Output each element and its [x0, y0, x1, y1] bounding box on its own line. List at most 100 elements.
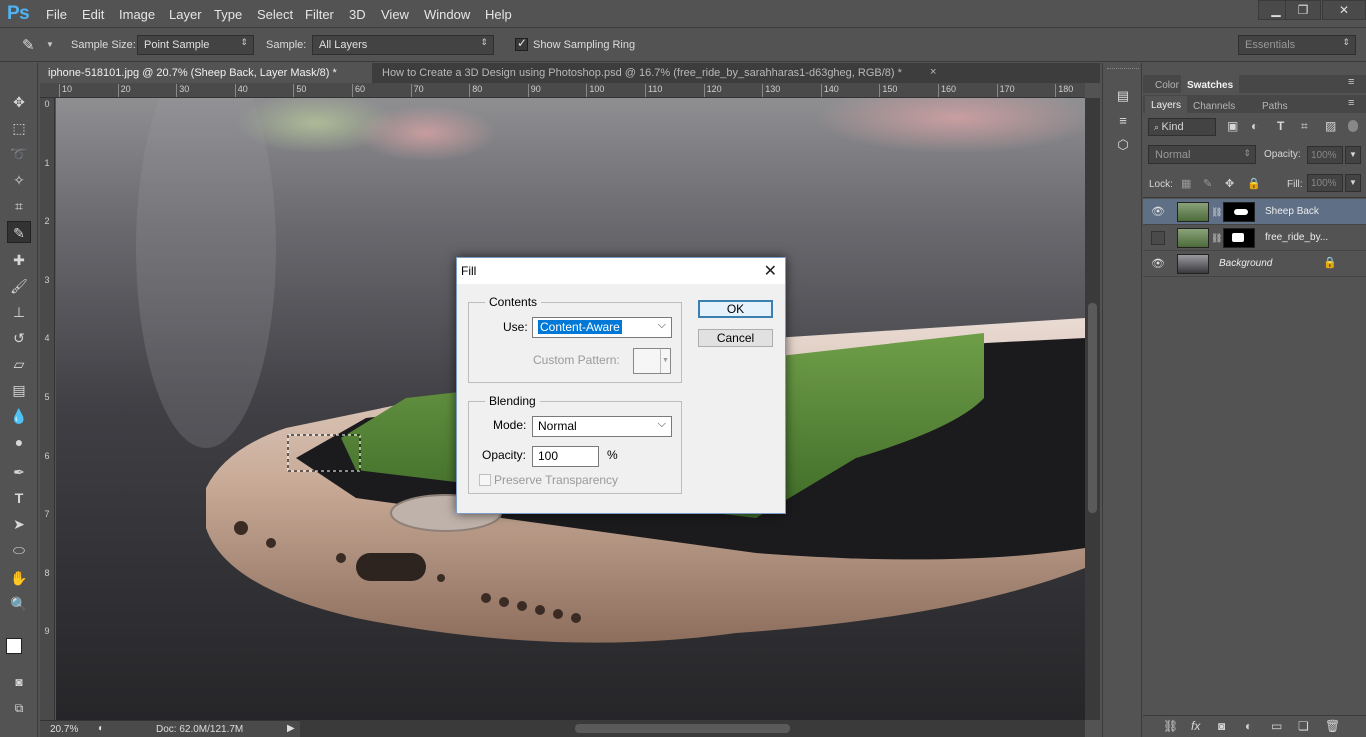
cancel-button[interactable]: Cancel	[698, 329, 773, 347]
healing-brush-tool-icon[interactable]: ✚	[7, 249, 31, 271]
menu-layer[interactable]: Layer	[169, 7, 202, 22]
properties-panel-icon[interactable]: ≡	[1113, 113, 1133, 131]
menu-edit[interactable]: Edit	[82, 7, 104, 22]
opacity-dropdown-icon[interactable]: ▼	[1345, 146, 1361, 164]
show-sampling-ring-checkbox[interactable]	[515, 36, 528, 51]
3d-panel-icon[interactable]: ⬡	[1113, 137, 1133, 155]
status-info-icon[interactable]: ◐	[98, 723, 104, 734]
fill-dropdown-icon[interactable]: ▼	[1345, 174, 1361, 192]
menu-select[interactable]: Select	[257, 7, 293, 22]
move-tool-icon[interactable]: ✥	[7, 91, 31, 113]
filter-adjustment-icon[interactable]: ◐	[1251, 119, 1258, 133]
dodge-tool-icon[interactable]: ●	[7, 431, 31, 453]
menu-help[interactable]: Help	[485, 7, 512, 22]
status-arrow-icon[interactable]: ▶	[287, 723, 295, 734]
tool-preset-chevron-icon[interactable]: ▼	[46, 40, 54, 49]
gradient-tool-icon[interactable]: ▤	[7, 379, 31, 401]
hand-tool-icon[interactable]: ✋	[7, 567, 31, 589]
vertical-scroll-thumb[interactable]	[1088, 303, 1097, 513]
vertical-scrollbar[interactable]	[1085, 98, 1100, 720]
layer-row[interactable]: 👁 Background 🔒	[1143, 251, 1366, 277]
link-layers-icon[interactable]: ⛓	[1163, 719, 1178, 733]
blend-mode-select[interactable]: Normal ⇕	[1148, 145, 1256, 164]
tab-layers[interactable]: Layers	[1145, 96, 1188, 114]
close-window-button[interactable]: ✕	[1322, 0, 1366, 20]
tab-color[interactable]: Color	[1149, 77, 1185, 94]
delete-layer-icon[interactable]: 🗑	[1325, 719, 1340, 733]
menu-file[interactable]: File	[46, 7, 67, 22]
menu-image[interactable]: Image	[119, 7, 155, 22]
tab-swatches[interactable]: Swatches	[1181, 75, 1240, 94]
eraser-tool-icon[interactable]: ▱	[7, 353, 31, 375]
path-select-tool-icon[interactable]: ➤	[7, 513, 31, 535]
restore-button[interactable]: ❐	[1285, 0, 1321, 20]
eye-icon[interactable]: 👁	[1151, 257, 1165, 271]
panel-collapse-icon[interactable]: ≡	[1348, 76, 1354, 88]
link-icon[interactable]: ⛓	[1211, 207, 1222, 218]
menu-3d[interactable]: 3D	[349, 7, 366, 22]
crop-tool-icon[interactable]: ⌗	[7, 195, 31, 217]
eyedropper-icon[interactable]: ✎	[22, 36, 35, 54]
lock-transparent-icon[interactable]: ▦	[1181, 177, 1191, 190]
sample-select[interactable]: All Layers ⇕	[312, 35, 494, 55]
kind-filter-select[interactable]: ⌕ Kind	[1148, 118, 1216, 136]
new-layer-icon[interactable]: ❏	[1298, 719, 1309, 733]
menu-filter[interactable]: Filter	[305, 7, 334, 22]
opacity-field[interactable]: 100%	[1307, 146, 1343, 164]
dialog-titlebar[interactable]: Fill ✕	[457, 258, 785, 284]
horizontal-scrollbar[interactable]	[300, 720, 1085, 737]
fx-icon[interactable]: fx	[1191, 719, 1200, 733]
opacity-dialog-input[interactable]: 100	[532, 446, 599, 467]
horizontal-scroll-thumb[interactable]	[575, 724, 790, 733]
history-brush-tool-icon[interactable]: ↺	[7, 327, 31, 349]
menu-type[interactable]: Type	[214, 7, 242, 22]
layer-row[interactable]: 👁 ⛓ Sheep Back	[1143, 199, 1366, 225]
link-icon[interactable]: ⛓	[1211, 233, 1222, 244]
ok-button[interactable]: OK	[698, 300, 773, 318]
clone-stamp-tool-icon[interactable]: ⊥	[7, 301, 31, 323]
eye-icon[interactable]: 👁	[1151, 205, 1165, 219]
brush-tool-icon[interactable]: 🖌	[7, 275, 31, 297]
ellipse-tool-icon[interactable]: ⬭	[7, 539, 31, 561]
marquee-tool-icon[interactable]: ⬚	[7, 117, 31, 139]
adjustment-layer-icon[interactable]: ◐	[1245, 719, 1252, 733]
tab-channels[interactable]: Channels	[1187, 98, 1241, 115]
tab-3d-design[interactable]: How to Create a 3D Design using Photosho…	[374, 63, 942, 83]
eyedropper-tool-icon[interactable]: ✎	[7, 221, 31, 243]
layer-row[interactable]: ⛓ free_ride_by...	[1143, 225, 1366, 251]
blur-tool-icon[interactable]: 💧	[7, 405, 31, 427]
menu-view[interactable]: View	[381, 7, 409, 22]
zoom-tool-icon[interactable]: 🔍	[7, 593, 31, 615]
fill-field[interactable]: 100%	[1307, 174, 1343, 192]
eye-hidden-icon[interactable]	[1151, 231, 1165, 245]
use-select[interactable]: Content-Aware ⌵	[532, 317, 672, 338]
filter-pixel-icon[interactable]: ▣	[1227, 119, 1238, 133]
foreground-color-swatch[interactable]	[6, 638, 22, 654]
history-panel-icon[interactable]: ▤	[1113, 88, 1133, 106]
quick-mask-icon[interactable]: ◙	[7, 671, 31, 693]
filter-type-icon[interactable]: T	[1277, 119, 1284, 133]
tab-paths[interactable]: Paths	[1256, 98, 1294, 115]
workspace-select[interactable]: Essentials ⇕	[1238, 35, 1356, 55]
layer-mask-thumbnail[interactable]	[1223, 202, 1255, 222]
lock-pixels-icon[interactable]: ✎	[1203, 177, 1212, 190]
preserve-transparency-checkbox[interactable]	[479, 474, 491, 486]
type-tool-icon[interactable]: T	[7, 487, 31, 509]
layer-mask-thumbnail[interactable]	[1223, 228, 1255, 248]
layers-menu-icon[interactable]: ≡	[1348, 97, 1354, 109]
lock-all-icon[interactable]: 🔒	[1247, 177, 1261, 190]
screen-mode-icon[interactable]: ⧉	[7, 697, 31, 719]
menu-window[interactable]: Window	[424, 7, 470, 22]
tab-iphone[interactable]: iphone-518101.jpg @ 20.7% (Sheep Back, L…	[40, 63, 372, 83]
dialog-close-icon[interactable]: ✕	[764, 261, 777, 281]
quick-select-tool-icon[interactable]: ✧	[7, 169, 31, 191]
add-mask-icon[interactable]: ◙	[1218, 719, 1225, 733]
new-group-icon[interactable]: ▭	[1271, 719, 1282, 733]
mode-select[interactable]: Normal ⌵	[532, 416, 672, 437]
filter-shape-icon[interactable]: ⌗	[1301, 119, 1308, 134]
filter-toggle-icon[interactable]	[1348, 120, 1358, 132]
zoom-level[interactable]: 20.7%	[50, 724, 78, 735]
lock-position-icon[interactable]: ✥	[1225, 177, 1234, 190]
close-tab-icon[interactable]: ×	[930, 66, 936, 78]
custom-pattern-picker[interactable]: ▼	[633, 348, 671, 374]
